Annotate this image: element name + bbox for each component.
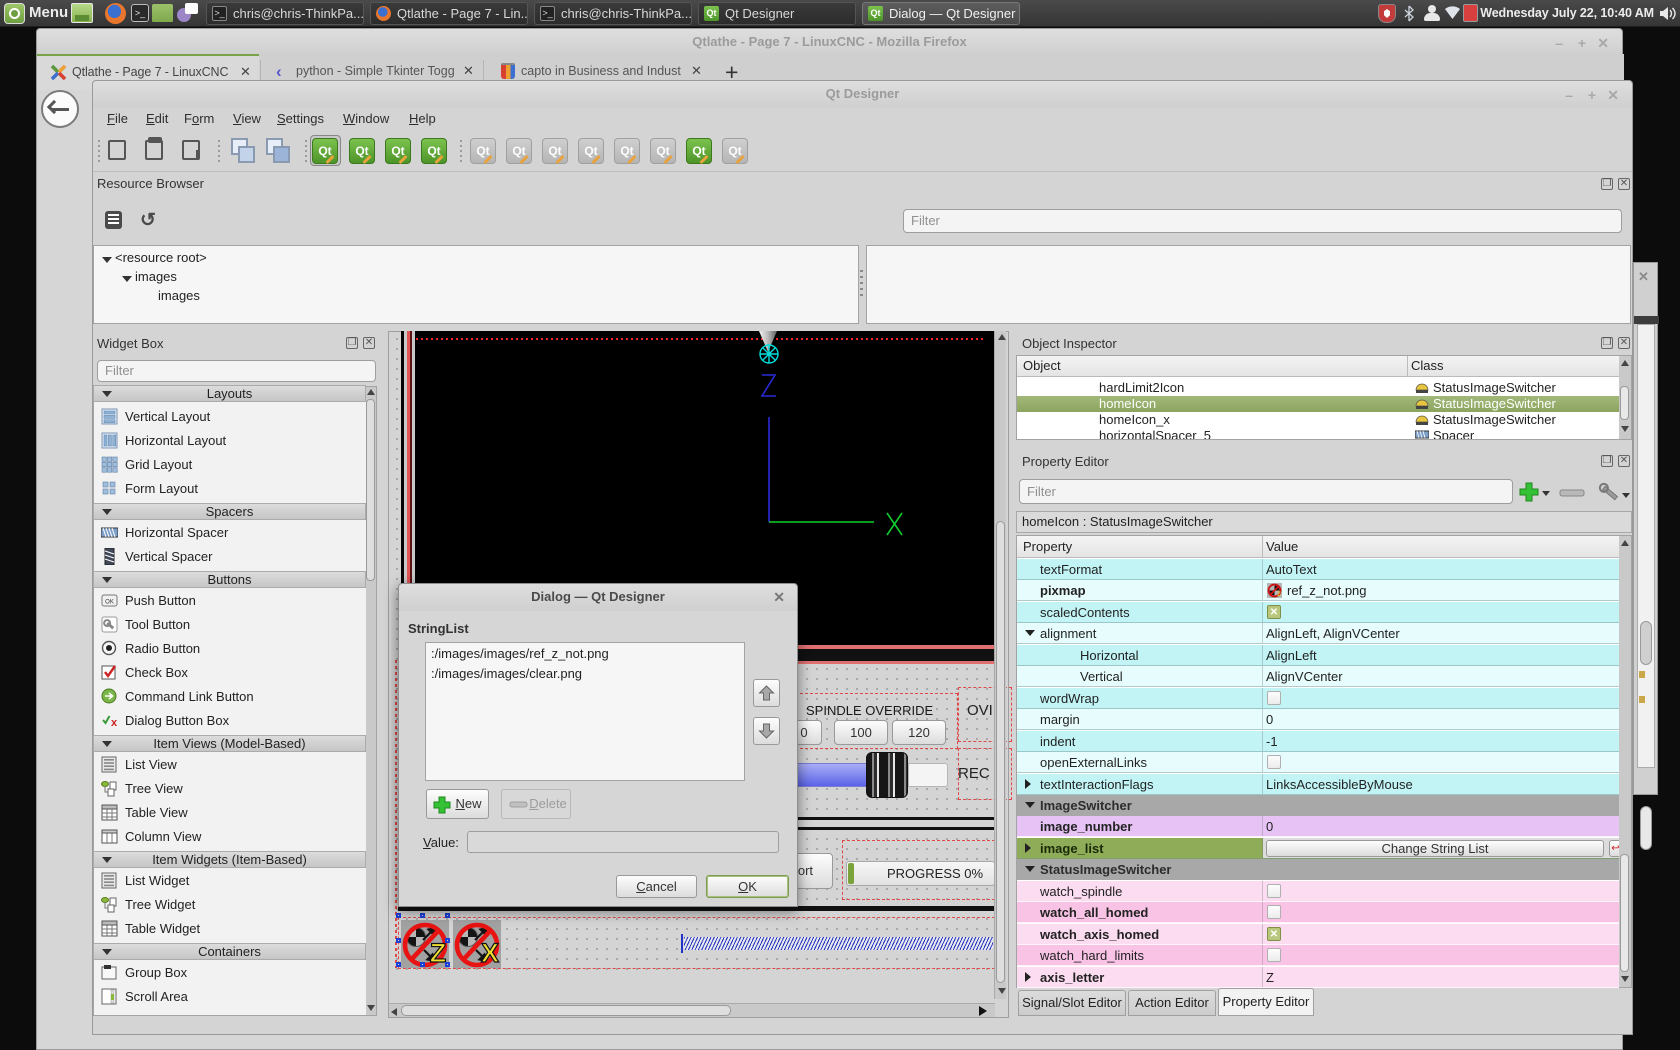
svg-text:X: X	[481, 938, 499, 968]
svg-text:z: z	[1277, 589, 1281, 598]
svg-text:OK: OK	[105, 600, 114, 606]
svg-text:x: x	[111, 717, 118, 729]
svg-text:Z: Z	[430, 938, 447, 968]
